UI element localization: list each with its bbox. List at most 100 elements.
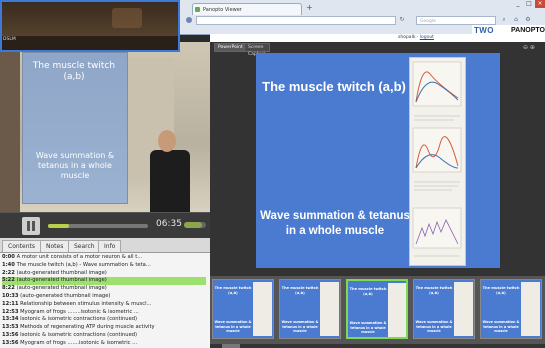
thumbnail-title: The muscle twitch (a,b) <box>415 286 453 295</box>
logout-link[interactable]: logout <box>420 35 434 40</box>
outline-row[interactable]: 8:22 (auto-generated thumbnail image) <box>2 285 206 293</box>
search-input[interactable]: Google <box>416 16 496 25</box>
tab-powerpoint[interactable]: PowerPoint <box>214 43 247 52</box>
panopto-logo: PANOPTO <box>511 27 545 34</box>
outline-text: Relationship between stimulus intensity … <box>20 300 152 307</box>
thumbnail-title: The muscle twitch (a,b) <box>482 286 520 295</box>
outline-row[interactable]: 2:22 (auto-generated thumbnail image) <box>2 270 206 278</box>
left-tab-bar: Contents Notes Search Info <box>0 238 210 253</box>
outline-row[interactable]: 13:34 Isotonic & isometric contractions … <box>2 316 206 324</box>
slide-subtitle: Wave summation & tetanus in a whole musc… <box>260 210 410 237</box>
projection-subtitle: Wave summation & tetanus in a whole musc… <box>35 151 115 180</box>
thumbnail-figure <box>253 282 272 336</box>
volume-level <box>184 222 202 228</box>
outline-text: Methods of regenerating ATP during muscl… <box>20 324 155 331</box>
slide-thumbnail[interactable]: The muscle twitch (a,b) Wave summation & … <box>279 279 341 339</box>
thumbnail-subtitle: Wave summation & tetanus in a whole musc… <box>349 321 387 334</box>
outline-row[interactable]: 12:11 Relationship between stimulus inte… <box>2 301 206 309</box>
outline-text: Myogram of frogs ........isotonic & isom… <box>20 308 139 315</box>
outline-text: (auto-generated thumbnail image) <box>16 277 107 284</box>
user-bar: shopalk · logout <box>398 35 434 40</box>
webcam-video[interactable]: The muscle twitch (a,b) Wave summation &… <box>0 42 210 212</box>
presenter-body <box>150 150 190 212</box>
outline-text: Isotonic & isometric contractions (conti… <box>20 316 138 323</box>
minimize-button[interactable]: _ <box>513 0 523 8</box>
slide-thumbnail[interactable]: The muscle twitch (a,b) Wave summation & … <box>346 279 408 339</box>
wall <box>0 42 20 212</box>
outline-time: 8:22 <box>2 285 15 292</box>
address-bar[interactable] <box>196 16 396 25</box>
outline-row[interactable]: 12:53 Myogram of frogs ........isotonic … <box>2 309 206 317</box>
outline-time: 13:56 <box>2 339 19 346</box>
volume-slider[interactable] <box>184 222 206 228</box>
progress-bar[interactable] <box>48 224 148 228</box>
outline-time: 13:56 <box>2 332 19 338</box>
refresh-icon[interactable]: ↻ <box>398 16 406 24</box>
thumbnail-scroll-handle[interactable] <box>222 344 240 348</box>
outline-time: 2:22 <box>2 269 15 276</box>
thumbnail-title: The muscle twitch (a,b) <box>214 286 252 295</box>
outline-text: (auto-generated thumbnail image) <box>16 285 107 292</box>
back-icon[interactable] <box>186 17 192 23</box>
background-window-label: DSLM <box>3 37 16 42</box>
tab-contents[interactable]: Contents <box>2 240 41 252</box>
player-controls: 06:35 <box>0 212 210 239</box>
textbook-figure <box>409 57 466 266</box>
projection-title: The muscle twitch (a,b) <box>32 61 116 82</box>
maximize-button[interactable]: □ <box>524 0 534 8</box>
slide-view: The muscle twitch (a,b) Wave summation &… <box>256 53 500 268</box>
user-name: shopalk <box>398 35 416 40</box>
outline-row[interactable]: 1:40 The muscle twitch (a,b) - Wave summ… <box>2 262 206 270</box>
close-button[interactable]: × <box>535 0 545 8</box>
zoom-controls[interactable]: ⊖ ⊕ <box>523 44 535 51</box>
background-window[interactable]: DSLM <box>0 0 180 52</box>
time-display: 06:35 <box>156 219 182 229</box>
outline-row[interactable]: 5:22 (auto-generated thumbnail image) <box>2 277 206 286</box>
brand-logo: TWO <box>474 26 494 35</box>
pause-button[interactable] <box>22 217 40 235</box>
outline-row[interactable]: 13:53 Methods of regenerating ATP during… <box>2 324 206 332</box>
presenter-head <box>158 130 176 152</box>
browser-tab[interactable]: Panopto Viewer <box>192 3 302 15</box>
background-window-scene <box>2 2 178 36</box>
tab-screen-capture[interactable]: Screen Capture <box>244 43 270 57</box>
outline-text: (auto-generated thumbnail image) <box>16 269 107 276</box>
progress-fill <box>48 224 69 228</box>
search-icon[interactable]: ⌕ <box>500 16 508 24</box>
thumbnail-figure <box>320 282 339 336</box>
new-tab-button[interactable]: + <box>306 3 316 13</box>
slide-title: The muscle twitch (a,b) <box>262 79 406 94</box>
contents-list: 0:00 A motor unit consists of a motor ne… <box>0 253 210 348</box>
thumbnail-figure <box>521 282 540 336</box>
outline-time: 1:40 <box>2 261 15 268</box>
outline-time: 13:53 <box>2 324 19 331</box>
outline-text: (auto-generated thumbnail image) <box>20 293 111 299</box>
thumbnail-subtitle: Wave summation & tetanus in a whole musc… <box>281 320 319 333</box>
outline-time: 12:53 <box>2 308 19 315</box>
outline-row[interactable]: 10:33 (auto-generated thumbnail image) <box>2 293 206 301</box>
outline-time: 13:34 <box>2 316 19 323</box>
tab-info[interactable]: Info <box>98 240 122 252</box>
outline-text: Isotonic & isometric contractions (conti… <box>20 332 138 338</box>
outline-time: 5:22 <box>2 277 15 284</box>
slide-thumbnail[interactable]: The muscle twitch (a,b) Wave summation & … <box>212 279 274 339</box>
thumbnail-subtitle: Wave summation & tetanus in a whole musc… <box>482 320 520 333</box>
thumbnail-strip: The muscle twitch (a,b) Wave summation & … <box>210 276 545 344</box>
tab-notes[interactable]: Notes <box>40 240 70 252</box>
thumbnail-figure <box>454 282 473 336</box>
outline-time: 10:33 <box>2 293 19 299</box>
figure-graphs <box>412 61 462 257</box>
outline-row[interactable]: 13:56 Myogram of frogs .......isotonic &… <box>2 340 206 348</box>
thumbnail-figure <box>388 283 406 337</box>
background-window-light <box>112 8 142 28</box>
slide-thumbnail[interactable]: The muscle twitch (a,b) Wave summation & … <box>480 279 542 339</box>
thumbnail-subtitle: Wave summation & tetanus in a whole musc… <box>415 320 453 333</box>
tab-search[interactable]: Search <box>68 240 101 252</box>
home-icon[interactable]: ⌂ <box>512 16 520 24</box>
slide-thumbnail[interactable]: The muscle twitch (a,b) Wave summation & … <box>413 279 475 339</box>
settings-icon[interactable]: ⚙ <box>524 16 532 24</box>
outline-row[interactable]: 0:00 A motor unit consists of a motor ne… <box>2 254 206 262</box>
outline-text: A motor unit consists of a motor neuron … <box>16 254 143 260</box>
outline-time: 12:11 <box>2 300 19 307</box>
outline-row[interactable]: 13:56 Isotonic & isometric contractions … <box>2 332 206 340</box>
